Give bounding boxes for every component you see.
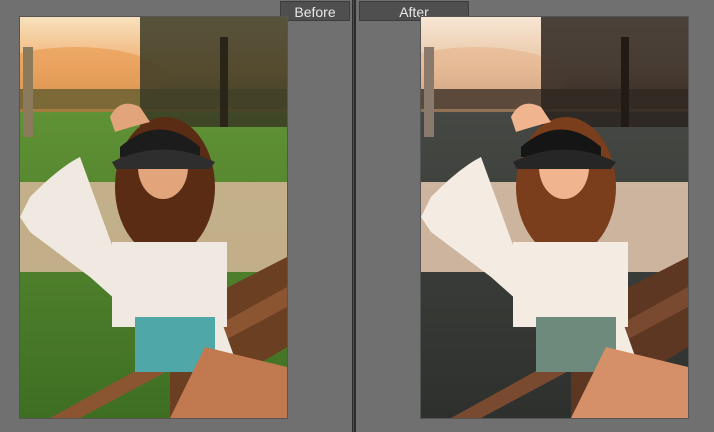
after-photo[interactable] [421,17,688,418]
before-photo[interactable] [20,17,287,418]
before-pane: Before [0,0,352,432]
after-photo-image [421,17,688,418]
after-pane: After [356,0,714,432]
before-label: Before [280,1,350,21]
before-photo-image [20,17,287,418]
split-divider-highlight [353,0,354,432]
